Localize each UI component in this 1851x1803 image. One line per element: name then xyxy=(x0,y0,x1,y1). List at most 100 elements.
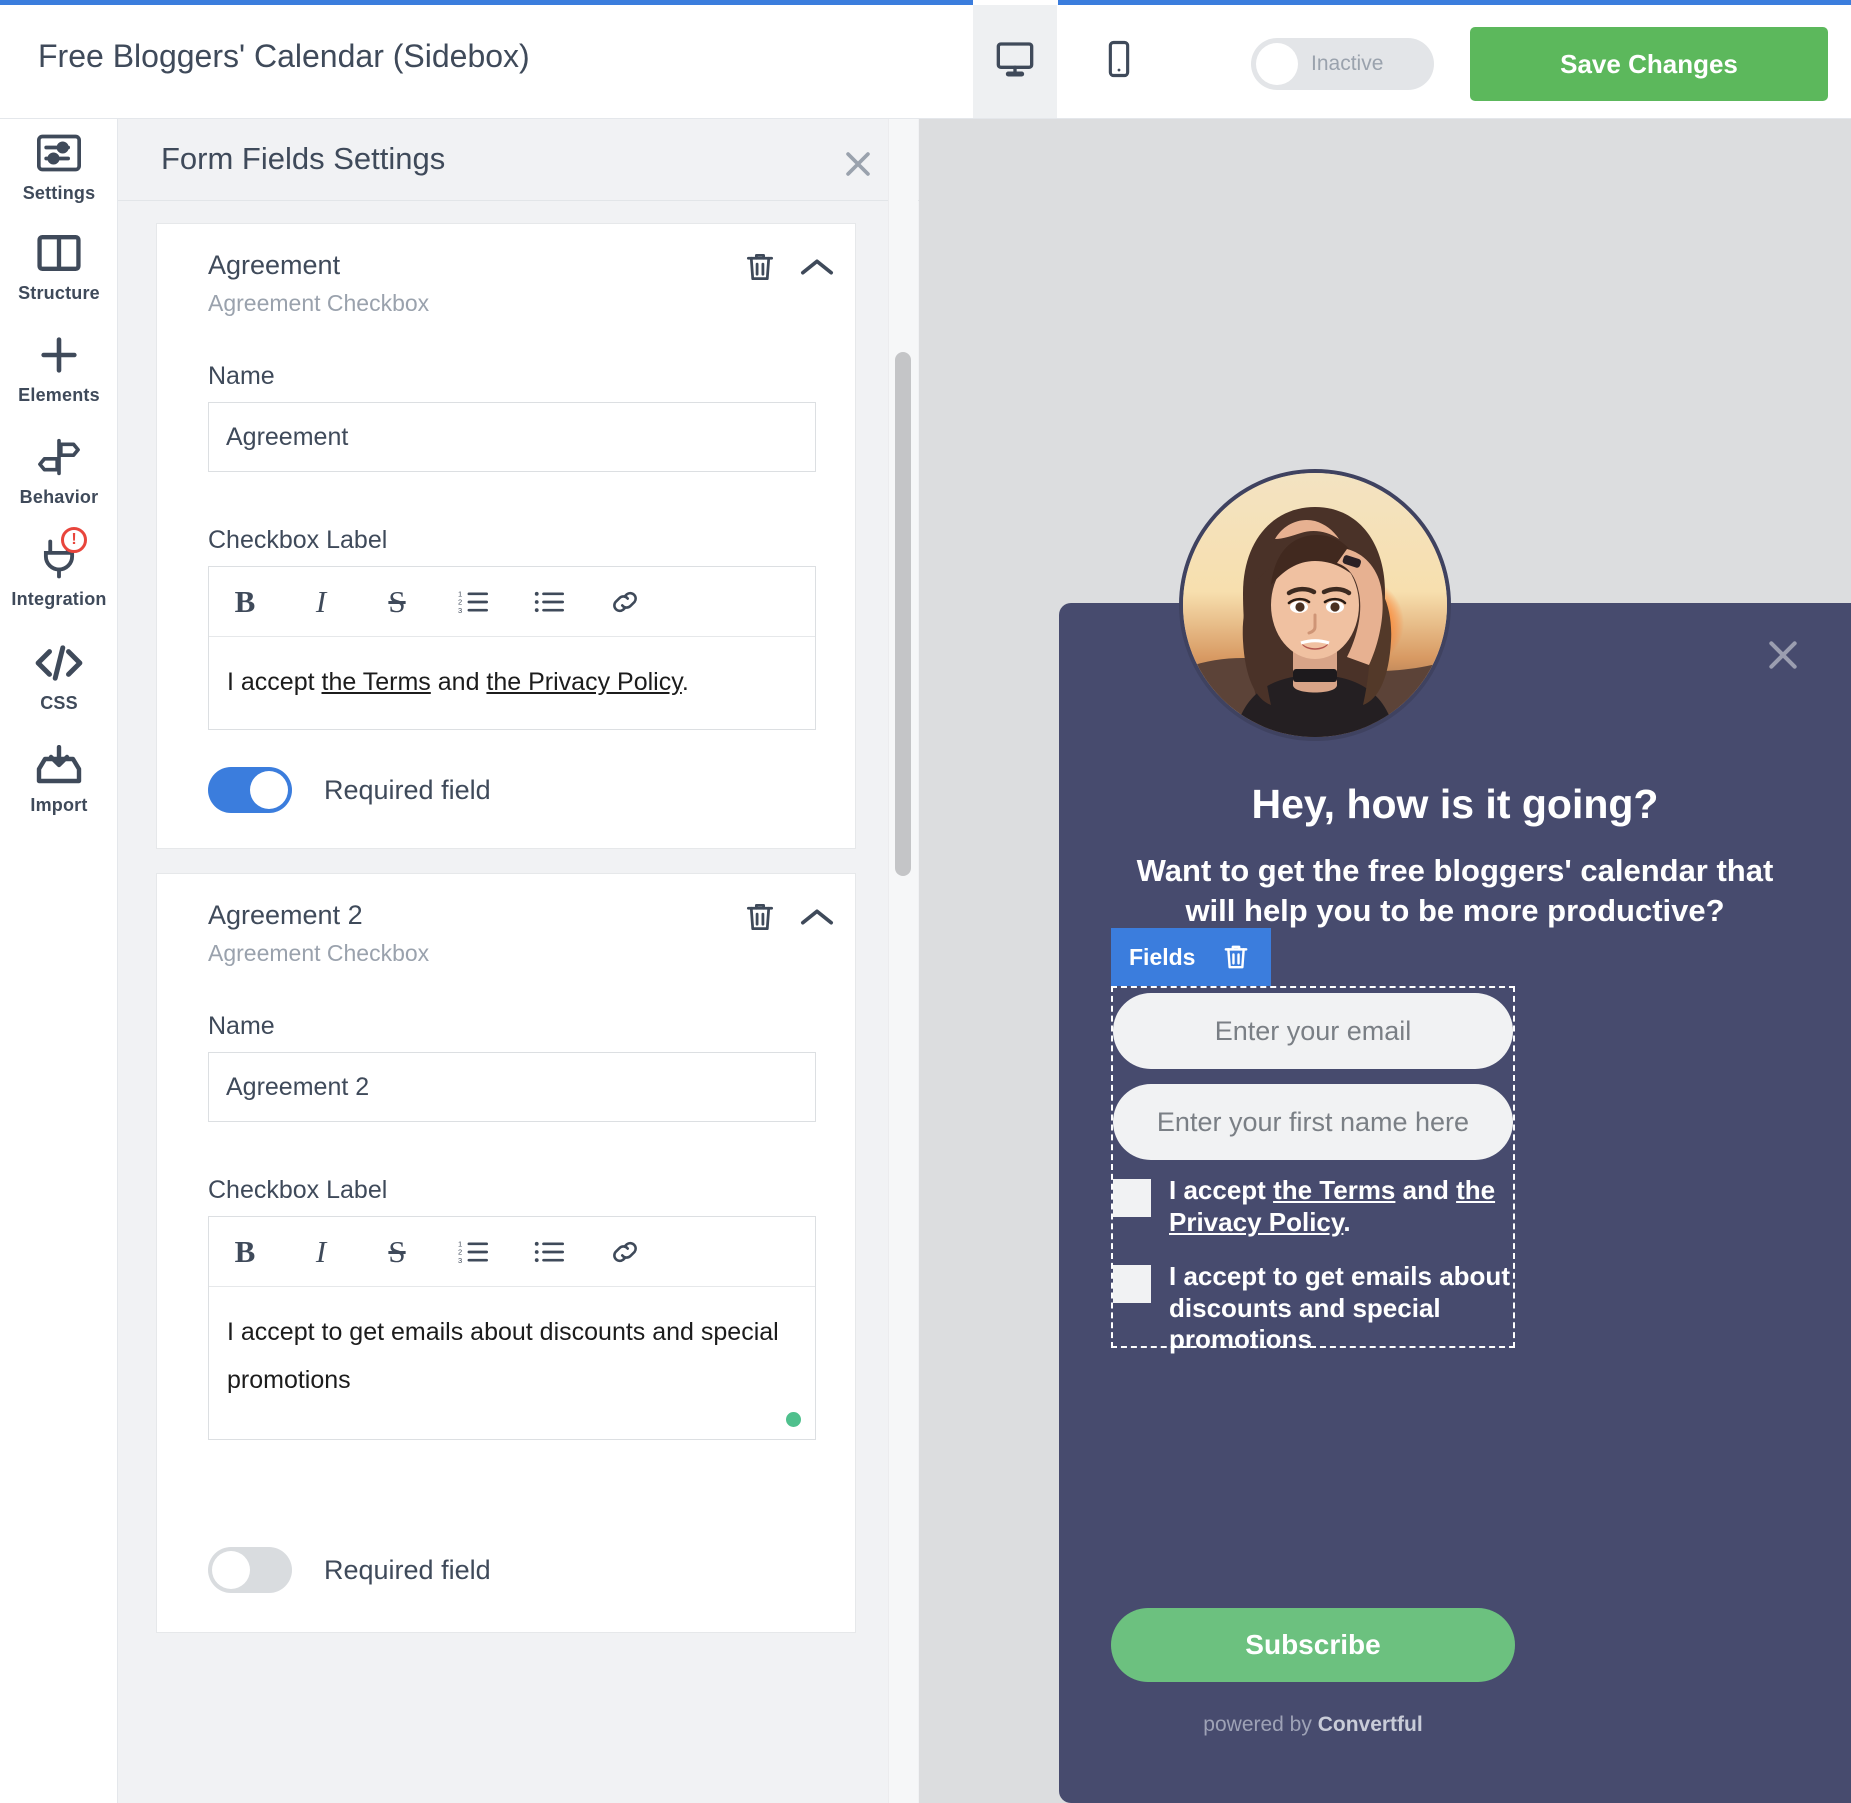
first-name-field[interactable]: Enter your first name here xyxy=(1113,1084,1513,1160)
terms-checkbox[interactable] xyxy=(1113,1179,1151,1217)
trash-icon[interactable] xyxy=(1221,942,1251,972)
promotions-checkbox-row[interactable]: I accept to get emails about discounts a… xyxy=(1113,1261,1513,1356)
chevron-up-icon[interactable] xyxy=(795,248,839,286)
sidebar-item-label: Import xyxy=(30,795,88,815)
name-field-label: Name xyxy=(208,362,275,390)
app-root: Free Bloggers' Calendar (Sidebox) Inacti xyxy=(0,0,1851,1803)
promotions-checkbox[interactable] xyxy=(1113,1265,1151,1303)
sidebar-item-behavior[interactable]: Behavior xyxy=(0,433,118,508)
field-card-agreement-2: Agreement 2 Agreement Checkbox Name Agre… xyxy=(156,873,856,1633)
italic-icon[interactable]: I xyxy=(303,584,339,620)
trash-icon[interactable] xyxy=(741,898,779,936)
panel-body: Agreement Agreement Checkbox Name Agreem… xyxy=(118,201,919,1803)
required-field-row: Required field xyxy=(208,767,491,813)
email-field[interactable]: Enter your email xyxy=(1113,993,1513,1069)
name-field-label: Name xyxy=(208,1012,275,1040)
editor-toolbar: B I S 1 2 3 xyxy=(209,567,815,637)
svg-text:3: 3 xyxy=(458,605,462,614)
avatar xyxy=(1179,469,1451,741)
popup-headline: Hey, how is it going? xyxy=(1251,781,1659,827)
required-field-toggle[interactable] xyxy=(208,1547,292,1593)
integration-alert-badge: ! xyxy=(61,527,87,553)
sidebar-item-settings[interactable]: Settings xyxy=(0,129,118,204)
page-title: Free Bloggers' Calendar (Sidebox) xyxy=(38,38,530,74)
checkbox-label-editor-content[interactable]: I accept to get emails about discounts a… xyxy=(209,1287,815,1439)
mobile-view-button[interactable] xyxy=(1085,5,1153,118)
editor-status-dot xyxy=(786,1412,801,1427)
fields-badge-label: Fields xyxy=(1129,943,1196,970)
field-card-title: Agreement 2 xyxy=(208,900,363,930)
app-header: Free Bloggers' Calendar (Sidebox) Inacti xyxy=(0,5,1851,119)
plus-icon xyxy=(36,331,82,379)
sidebar-item-integration[interactable]: ! Integration xyxy=(0,527,118,610)
field-card-subtitle: Agreement Checkbox xyxy=(208,290,430,316)
subscribe-button[interactable]: Subscribe xyxy=(1111,1608,1515,1682)
sidebar-item-elements[interactable]: Elements xyxy=(0,331,118,406)
left-icon-rail: Settings Structure Elements Behavior ! I… xyxy=(0,119,118,1803)
required-field-toggle[interactable] xyxy=(208,767,292,813)
terms-checkbox-label: I accept the Terms and the Privacy Polic… xyxy=(1169,1175,1496,1237)
field-card-agreement: Agreement Agreement Checkbox Name Agreem… xyxy=(156,223,856,849)
desktop-view-button[interactable] xyxy=(973,5,1057,118)
ordered-list-icon[interactable]: 1 2 3 xyxy=(455,584,491,620)
desktop-icon xyxy=(993,39,1037,84)
name-input[interactable] xyxy=(208,1052,816,1122)
svg-text:3: 3 xyxy=(458,1255,462,1264)
signpost-icon xyxy=(36,433,82,481)
toggle-status-label: Inactive xyxy=(1311,52,1384,75)
required-field-row: Required field xyxy=(208,1547,491,1593)
panel-header: Form Fields Settings xyxy=(118,119,919,201)
bullet-list-icon[interactable] xyxy=(531,1234,567,1270)
strikethrough-icon[interactable]: S xyxy=(379,1234,415,1270)
field-card-subtitle: Agreement Checkbox xyxy=(208,940,430,966)
sidebar-item-label: Behavior xyxy=(19,487,99,507)
toggle-knob xyxy=(250,771,288,809)
sliders-icon xyxy=(37,129,81,177)
popup-paragraph: Want to get the free bloggers' calendar … xyxy=(1136,853,1774,929)
sidebar-item-label: CSS xyxy=(40,693,78,713)
sidebar-item-css[interactable]: CSS xyxy=(0,639,118,714)
powered-prefix: powered by xyxy=(1203,1713,1318,1736)
fields-element-badge[interactable]: Fields xyxy=(1111,928,1271,986)
chevron-up-icon[interactable] xyxy=(795,898,839,936)
form-fields-settings-panel: Form Fields Settings Agreement Agreement… xyxy=(118,119,920,1803)
sidebar-item-import[interactable]: Import xyxy=(0,741,118,816)
code-icon xyxy=(34,639,84,687)
sidebar-item-label: Elements xyxy=(18,385,100,405)
required-field-label: Required field xyxy=(324,774,491,805)
link-icon[interactable] xyxy=(607,584,643,620)
columns-icon xyxy=(37,229,81,277)
import-icon xyxy=(35,741,83,789)
name-input[interactable] xyxy=(208,402,816,472)
plug-icon: ! xyxy=(39,527,87,583)
link-icon[interactable] xyxy=(607,1234,643,1270)
field-card-title: Agreement xyxy=(208,250,341,280)
trash-icon[interactable] xyxy=(741,248,779,286)
panel-scrollbar-thumb[interactable] xyxy=(895,352,911,876)
sidebar-item-structure[interactable]: Structure xyxy=(0,229,118,304)
required-field-label: Required field xyxy=(324,1554,491,1585)
checkbox-label-editor: B I S 1 2 3 xyxy=(208,566,816,730)
powered-by-label: powered by Convertful xyxy=(1059,1713,1567,1737)
save-changes-button[interactable]: Save Changes xyxy=(1470,27,1828,101)
toggle-knob xyxy=(212,1551,250,1589)
italic-icon[interactable]: I xyxy=(303,1234,339,1270)
bullet-list-icon[interactable] xyxy=(531,584,567,620)
close-icon[interactable] xyxy=(835,141,881,187)
panel-title: Form Fields Settings xyxy=(161,141,446,176)
editor-toolbar: B I S 1 2 3 xyxy=(209,1217,815,1287)
checkbox-label-label: Checkbox Label xyxy=(208,526,388,554)
powered-brand: Convertful xyxy=(1317,1713,1423,1736)
terms-checkbox-row[interactable]: I accept the Terms and the Privacy Polic… xyxy=(1113,1175,1513,1238)
active-status-toggle[interactable]: Inactive xyxy=(1251,38,1434,90)
ordered-list-icon[interactable]: 1 2 3 xyxy=(455,1234,491,1270)
checkbox-label-editor-content[interactable]: I accept the Terms and the Privacy Polic… xyxy=(209,637,815,729)
sidebar-item-label: Structure xyxy=(18,283,100,303)
strikethrough-icon[interactable]: S xyxy=(379,584,415,620)
bold-icon[interactable]: B xyxy=(227,1234,263,1270)
sidebar-item-label: Integration xyxy=(11,589,107,609)
close-icon[interactable] xyxy=(1759,631,1807,679)
checkbox-label-label: Checkbox Label xyxy=(208,1176,388,1204)
popup-preview: Hey, how is it going? Want to get the fr… xyxy=(1059,603,1851,1803)
bold-icon[interactable]: B xyxy=(227,584,263,620)
